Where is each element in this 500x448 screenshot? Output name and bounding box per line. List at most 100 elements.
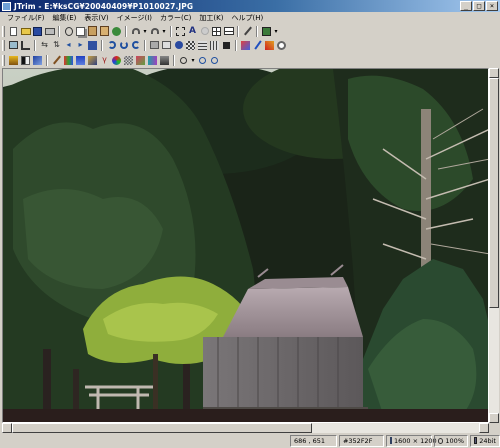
- vertical-scroll-thumb[interactable]: [489, 78, 499, 308]
- redo-dropdown[interactable]: ▾: [161, 28, 167, 35]
- maximize-button[interactable]: □: [473, 1, 485, 11]
- color-depth: 24bit: [479, 436, 496, 445]
- separator: [144, 39, 146, 51]
- flip-v-button[interactable]: ⇅: [51, 40, 62, 51]
- lines-button[interactable]: [209, 40, 220, 51]
- undo-button[interactable]: [130, 26, 141, 37]
- pen-button[interactable]: [252, 40, 263, 51]
- horizontal-scrollbar[interactable]: [2, 423, 489, 433]
- cursor-coords: 686 , 651: [294, 436, 326, 445]
- frame-button[interactable]: [223, 26, 234, 37]
- zoom-out-button[interactable]: [209, 55, 220, 66]
- grayscale-button[interactable]: [159, 55, 170, 66]
- menu-color[interactable]: カラー(C): [156, 13, 195, 23]
- window-title: JTrim - E:¥ksCG¥20040409¥P1010027.JPG: [14, 1, 194, 11]
- gradient-icon: [241, 40, 250, 50]
- resize-button[interactable]: [8, 40, 19, 51]
- minimize-button[interactable]: _: [460, 1, 472, 11]
- cut-button[interactable]: [63, 26, 74, 37]
- zoom-dropdown[interactable]: ▾: [190, 57, 196, 64]
- rotate-button[interactable]: [87, 40, 98, 51]
- scroll-right-arrow[interactable]: [479, 423, 489, 433]
- open-folder-button[interactable]: [20, 26, 31, 37]
- undo-dropdown[interactable]: ▾: [142, 28, 148, 35]
- rgb-button[interactable]: [111, 55, 122, 66]
- grayscale-icon: [160, 55, 169, 65]
- paste-button[interactable]: [87, 26, 98, 37]
- sepia-icon: [136, 55, 145, 65]
- save-button[interactable]: [32, 26, 43, 37]
- image-size-icon: [390, 437, 392, 444]
- arrow-left-icon: ◂: [66, 40, 71, 49]
- rotate-180-button[interactable]: [118, 40, 129, 51]
- menu-help[interactable]: ヘルプ(H): [227, 13, 267, 23]
- palette-dropdown[interactable]: ▾: [273, 28, 279, 35]
- eyedropper-button[interactable]: [242, 26, 253, 37]
- color-palette-button[interactable]: [261, 26, 272, 37]
- menu-file[interactable]: ファイル(F): [3, 13, 49, 23]
- vertical-scrollbar[interactable]: [489, 68, 499, 423]
- auto-adjust-button[interactable]: [51, 55, 62, 66]
- border-button[interactable]: [161, 40, 172, 51]
- saturation-button[interactable]: [63, 55, 74, 66]
- sepia-button[interactable]: [135, 55, 146, 66]
- replace-color-button[interactable]: [87, 55, 98, 66]
- arrow-right-button[interactable]: ▸: [75, 40, 86, 51]
- new-file-button[interactable]: [8, 26, 19, 37]
- zoom-menu-button[interactable]: [178, 55, 189, 66]
- brightness-button[interactable]: [8, 55, 19, 66]
- scroll-up-arrow[interactable]: [489, 68, 499, 78]
- scroll-down-arrow[interactable]: [489, 413, 499, 423]
- folder-icon: [20, 27, 31, 35]
- reduce-colors-icon: [124, 55, 133, 65]
- menu-image[interactable]: イメージ(I): [113, 13, 156, 23]
- flip-h-button[interactable]: ⇆: [39, 40, 50, 51]
- rotate-left-button[interactable]: [106, 40, 117, 51]
- horizontal-scroll-thumb[interactable]: [12, 423, 312, 433]
- posterize-button[interactable]: [147, 55, 158, 66]
- stamp-button[interactable]: [276, 40, 287, 51]
- contrast-button[interactable]: [20, 55, 31, 66]
- reduce-colors-button[interactable]: [123, 55, 134, 66]
- print-button[interactable]: [44, 26, 55, 37]
- menu-edit[interactable]: 編集(E): [49, 13, 81, 23]
- rotate-right-button[interactable]: [130, 40, 141, 51]
- status-zoom: 100%: [434, 434, 468, 447]
- brush-button[interactable]: [264, 40, 275, 51]
- mosaic-button[interactable]: [185, 40, 196, 51]
- select-rect-button[interactable]: [175, 26, 186, 37]
- text-a-icon: A: [189, 25, 196, 36]
- menu-view[interactable]: 表示(V): [80, 13, 112, 23]
- menu-process[interactable]: 加工(K): [195, 13, 227, 23]
- redo-button[interactable]: [149, 26, 160, 37]
- copy-button[interactable]: [75, 26, 86, 37]
- shadow-button[interactable]: [221, 40, 232, 51]
- text-button[interactable]: A: [187, 26, 198, 37]
- batch-button[interactable]: [111, 26, 122, 37]
- close-button[interactable]: ×: [486, 1, 498, 11]
- image-canvas[interactable]: [2, 68, 489, 423]
- separator: [101, 39, 103, 51]
- circle-crop-icon: [174, 41, 183, 49]
- hue-button[interactable]: γ: [99, 55, 110, 66]
- scroll-left-arrow[interactable]: [2, 423, 12, 433]
- trim-button[interactable]: [20, 40, 31, 51]
- contrast-icon: [21, 55, 30, 65]
- zoom-in-button[interactable]: [197, 55, 208, 66]
- floppy-icon: [33, 26, 42, 36]
- wave-button[interactable]: [197, 40, 208, 51]
- wave-icon: [198, 40, 207, 50]
- gamma-button[interactable]: [32, 55, 43, 66]
- canvas-button[interactable]: [149, 40, 160, 51]
- gradient-button[interactable]: [240, 40, 251, 51]
- frame-icon: [223, 27, 234, 35]
- shape-button[interactable]: [199, 26, 210, 37]
- circle-crop-button[interactable]: [173, 40, 184, 51]
- paste-new-button[interactable]: [99, 26, 110, 37]
- grid-button[interactable]: [211, 26, 222, 37]
- arrow-left-button[interactable]: ◂: [63, 40, 74, 51]
- separator: [46, 54, 48, 66]
- color-balance-button[interactable]: [75, 55, 86, 66]
- separator: [170, 25, 172, 37]
- menu-bar: ファイル(F) 編集(E) 表示(V) イメージ(I) カラー(C) 加工(K)…: [0, 12, 500, 24]
